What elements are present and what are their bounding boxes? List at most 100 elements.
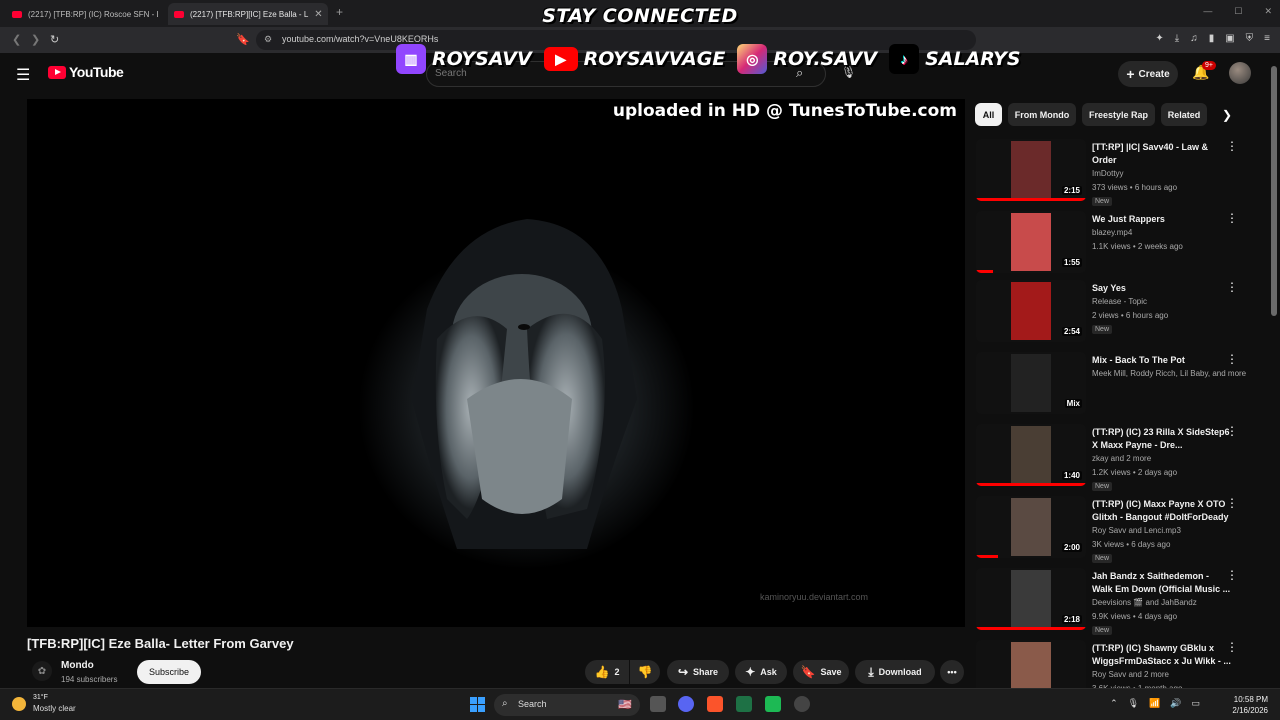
site-info-icon[interactable]: ⚙ — [264, 34, 272, 45]
recommendation-channel[interactable]: ImDottyy — [1092, 169, 1124, 178]
recommendation-title[interactable]: Say Yes — [1092, 282, 1232, 295]
like-button[interactable]: 👍 2 — [585, 660, 629, 684]
video-thumbnail[interactable]: 1:40 — [976, 424, 1086, 486]
thumbnail-image — [1011, 570, 1051, 628]
channel-name[interactable]: Mondo — [61, 660, 94, 671]
discord-icon[interactable] — [678, 696, 694, 712]
thumbnail-image — [1011, 498, 1051, 556]
reload-icon[interactable]: ↻ — [50, 33, 59, 46]
recommendation-item[interactable]: 2:18 Jah Bandz x Saithedemon - Walk Em Do… — [976, 568, 1266, 635]
recommendation-item[interactable]: Mix Mix - Back To The Pot Meek Mill, Roddy… — [976, 352, 1266, 418]
recommendation-item[interactable]: 2:15 [TT:RP] |IC| Savv40 - Law & Order ImD… — [976, 139, 1266, 206]
new-badge: New — [1092, 626, 1113, 635]
video-thumbnail[interactable]: 2:54 — [976, 280, 1086, 342]
excel-icon[interactable] — [736, 696, 752, 712]
back-icon[interactable]: ❮ — [12, 33, 21, 46]
bookmark-icon[interactable]: 🔖 — [236, 33, 250, 46]
chip-from-mondo[interactable]: From Mondo — [1008, 103, 1076, 126]
more-options-icon[interactable]: ⋮ — [1226, 139, 1238, 153]
recommendation-title[interactable]: (TT:RP) (IC) Shawny GBklu x WiggsFrmDaSt… — [1092, 642, 1232, 668]
subscribe-button[interactable]: Subscribe — [137, 660, 201, 684]
video-thumbnail[interactable]: 2:18 — [976, 568, 1086, 630]
recommendation-channel[interactable]: Deevisions 🎬 and JahBandz — [1092, 598, 1197, 607]
download-icon[interactable]: ⤓ — [1175, 33, 1179, 44]
wallet-icon[interactable]: ▣ — [1225, 33, 1234, 44]
recommendation-channel[interactable]: zkay and 2 more — [1092, 454, 1151, 463]
volume-icon[interactable]: 🔊 — [1170, 698, 1181, 709]
system-tray: ⌃ 🎙 📶 🔊 ▭ — [1110, 698, 1200, 709]
recommendation-title[interactable]: (TT:RP) (IC) Maxx Payne X OTO Glitxh - B… — [1092, 498, 1232, 524]
recommendation-title[interactable]: Jah Bandz x Saithedemon - Walk Em Down (… — [1092, 570, 1232, 596]
sidebar-icon[interactable]: ▮ — [1209, 33, 1215, 44]
social-instagram: ◎ ROY.SAVV — [737, 44, 877, 74]
windows-start-icon[interactable] — [470, 697, 485, 712]
more-options-icon[interactable]: ⋮ — [1226, 424, 1238, 438]
video-thumbnail[interactable]: 1:55 — [976, 211, 1086, 273]
new-badge: New — [1092, 554, 1113, 563]
menu-icon[interactable]: ≡ — [1264, 33, 1270, 44]
recommendation-item[interactable]: 1:40 (TT:RP) (IC) 23 Rilla X SideStep6 X … — [976, 424, 1266, 491]
video-player[interactable]: uploaded in HD @ TunesToTube.com kaminor… — [27, 99, 965, 627]
hamburger-menu-icon[interactable]: ☰ — [16, 65, 30, 85]
recommendation-title[interactable]: [TT:RP] |IC| Savv40 - Law & Order — [1092, 141, 1232, 167]
recommendation-item[interactable]: 2:54 Say Yes Release - Topic 2 views • 6 ho… — [976, 280, 1266, 346]
recommendation-item[interactable]: 2:00 (TT:RP) (IC) Maxx Payne X OTO Glitxh… — [976, 496, 1266, 563]
video-thumbnail[interactable]: 2:15 — [976, 139, 1086, 201]
download-button[interactable]: ⤓ Download — [855, 660, 935, 684]
video-thumbnail[interactable]: Mix — [976, 352, 1086, 414]
social-tiktok: ♪ SALARYS — [889, 44, 1021, 74]
media-player-icon[interactable] — [794, 696, 810, 712]
more-options-icon[interactable]: ⋮ — [1226, 496, 1238, 510]
youtube-play-icon — [48, 65, 66, 79]
taskbar-search[interactable]: ⌕ Search 🇺🇸 — [494, 694, 640, 716]
download-label: Download — [878, 667, 922, 677]
recommendation-title[interactable]: Mix - Back To The Pot — [1092, 354, 1232, 367]
watch-progress-bar — [976, 270, 993, 273]
recommendation-channel[interactable]: Release - Topic — [1092, 297, 1147, 306]
more-options-icon[interactable]: ⋮ — [1226, 568, 1238, 582]
video-thumbnail[interactable]: 2:00 — [976, 496, 1086, 558]
extensions-icon[interactable]: ✦ — [1155, 33, 1163, 44]
recommendation-channel[interactable]: blazey.mp4 — [1092, 228, 1132, 237]
app-icon[interactable] — [765, 696, 781, 712]
recommendation-channel[interactable]: Roy Savv and 2 more — [1092, 670, 1169, 679]
channel-avatar[interactable]: ✿ — [32, 661, 52, 681]
microphone-icon[interactable]: 🎙 — [1128, 698, 1139, 709]
avatar[interactable] — [1229, 62, 1251, 84]
taskbar-search-label: Search — [518, 699, 547, 709]
dislike-button[interactable]: 👎 — [630, 660, 660, 684]
task-view-icon[interactable] — [650, 696, 666, 712]
recommendation-title[interactable]: (TT:RP) (IC) 23 Rilla X SideStep6 X Maxx… — [1092, 426, 1232, 452]
scrollbar[interactable] — [1271, 66, 1277, 316]
create-button[interactable]: + Create — [1118, 61, 1178, 87]
recommendation-channel[interactable]: Meek Mill, Roddy Ricch, Lil Baby, and mo… — [1092, 369, 1246, 378]
save-button[interactable]: 🔖 Save — [793, 660, 849, 684]
recommendation-title[interactable]: We Just Rappers — [1092, 213, 1232, 226]
share-icon: ↪ — [677, 665, 689, 679]
brave-icon[interactable] — [707, 696, 723, 712]
more-options-icon[interactable]: ⋮ — [1226, 352, 1238, 366]
chevron-up-icon[interactable]: ⌃ — [1110, 698, 1118, 709]
forward-icon[interactable]: ❯ — [31, 33, 40, 46]
battery-icon[interactable]: ▭ — [1191, 698, 1200, 709]
weather-moon-icon[interactable] — [12, 697, 26, 711]
recommendation-channel[interactable]: Roy Savv and Lenci.mp3 — [1092, 526, 1181, 535]
chip-related[interactable]: Related — [1161, 103, 1207, 126]
more-actions-button[interactable]: ••• — [940, 660, 964, 684]
weather-description: Mostly clear — [33, 704, 76, 713]
chevron-right-icon[interactable]: ❯ — [1222, 108, 1232, 122]
more-options-icon[interactable]: ⋮ — [1226, 640, 1238, 654]
shield-icon[interactable]: ⛨ — [1246, 33, 1254, 44]
youtube-logo[interactable]: YouTube — [48, 64, 124, 80]
system-clock[interactable]: 10:58 PM 2/16/2026 — [1232, 694, 1268, 716]
chip-all[interactable]: All — [975, 103, 1002, 126]
share-button[interactable]: ↪ Share — [667, 660, 729, 684]
video-artwork — [27, 99, 965, 627]
ask-button[interactable]: ✦ Ask — [735, 660, 787, 684]
wifi-icon[interactable]: 📶 — [1149, 698, 1160, 709]
more-options-icon[interactable]: ⋮ — [1226, 280, 1238, 294]
music-icon[interactable]: ♫ — [1190, 33, 1198, 44]
more-options-icon[interactable]: ⋮ — [1226, 211, 1238, 225]
chip-freestyle-rap[interactable]: Freestyle Rap — [1082, 103, 1155, 126]
recommendation-item[interactable]: 1:55 We Just Rappers blazey.mp4 1.1K views … — [976, 211, 1266, 277]
